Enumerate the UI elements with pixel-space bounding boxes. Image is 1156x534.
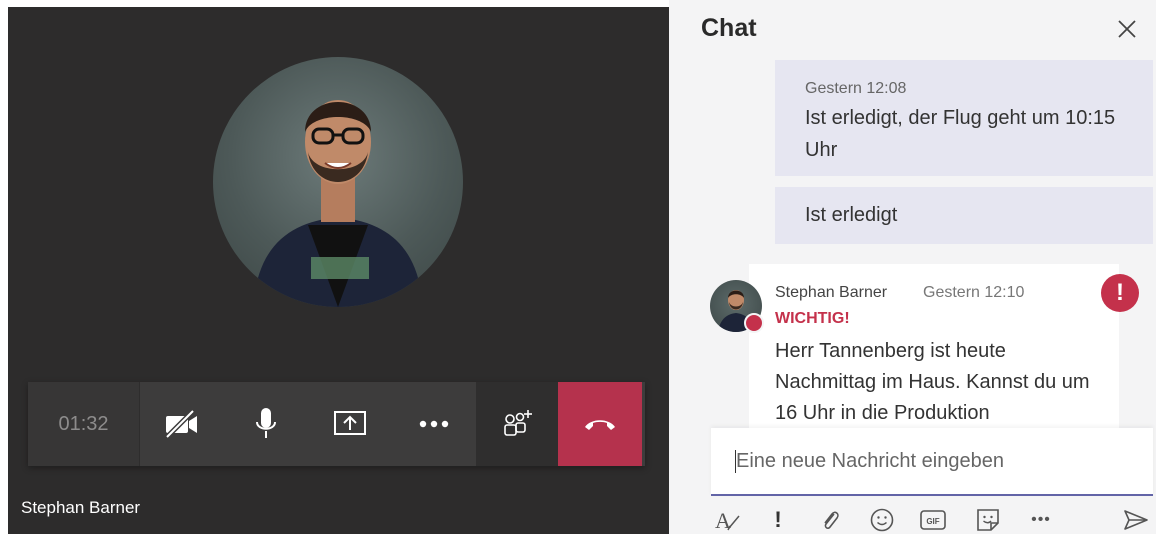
sent-message[interactable]: Ist erledigt bbox=[775, 187, 1153, 244]
message-text: Herr Tannenberg ist heute Nachmittag im … bbox=[775, 340, 1090, 424]
call-toolbar: 01:32 bbox=[28, 382, 645, 466]
sent-message[interactable]: Gestern 12:08 Ist erledigt, der Flug geh… bbox=[775, 60, 1153, 176]
message-timestamp: Gestern 12:08 bbox=[805, 80, 907, 97]
share-screen-button[interactable] bbox=[308, 382, 392, 466]
paperclip-icon bbox=[824, 511, 839, 530]
microphone-icon bbox=[256, 408, 276, 438]
attach-button[interactable] bbox=[815, 506, 845, 534]
more-options-button[interactable] bbox=[392, 382, 476, 466]
urgent-icon: ! bbox=[1101, 274, 1139, 312]
gif-icon: GIF bbox=[920, 510, 946, 530]
add-participant-icon bbox=[504, 410, 532, 436]
call-timer: 01:32 bbox=[28, 382, 140, 466]
hang-up-button[interactable] bbox=[558, 382, 642, 466]
more-tools-button[interactable]: ••• bbox=[1023, 506, 1059, 534]
close-icon bbox=[1118, 20, 1136, 38]
participants-button[interactable] bbox=[476, 382, 558, 466]
compose-box bbox=[711, 428, 1153, 496]
sticker-icon bbox=[977, 509, 999, 531]
caller-avatar bbox=[213, 57, 463, 307]
person-photo bbox=[253, 100, 423, 307]
gif-button[interactable]: GIF bbox=[917, 506, 949, 534]
sticker-button[interactable] bbox=[973, 506, 1003, 534]
message-timestamp: Gestern 12:10 bbox=[923, 284, 1025, 301]
hang-up-icon bbox=[585, 420, 615, 430]
compose-toolbar: A ! GIF ••• bbox=[711, 506, 1153, 534]
message-text: Ist erledigt bbox=[805, 204, 898, 226]
ellipsis-icon bbox=[419, 420, 449, 428]
sender-name: Stephan Barner bbox=[775, 284, 888, 301]
caller-name-label: Stephan Barner bbox=[21, 498, 141, 517]
presence-status-badge bbox=[744, 313, 764, 333]
share-screen-icon bbox=[334, 411, 366, 435]
video-off-icon bbox=[165, 409, 197, 439]
message-input[interactable] bbox=[735, 450, 1136, 473]
message-text: Ist erledigt, der Flug geht um 10:15 Uhr bbox=[805, 107, 1116, 161]
chat-panel: Chat Gestern 12:08 Ist erledigt, der Flu… bbox=[669, 0, 1156, 534]
mark-important-button[interactable]: ! bbox=[766, 506, 790, 534]
received-message[interactable]: Stephan Barner Gestern 12:10 WICHTIG! He… bbox=[749, 264, 1119, 444]
svg-text:GIF: GIF bbox=[926, 517, 939, 526]
format-button[interactable]: A bbox=[711, 506, 745, 534]
important-flag: WICHTIG! bbox=[775, 310, 850, 327]
call-stage: 01:32 Stephan Barner bbox=[8, 7, 669, 534]
close-chat-button[interactable] bbox=[1114, 16, 1140, 42]
send-icon bbox=[1124, 510, 1148, 530]
send-button[interactable] bbox=[1121, 506, 1151, 534]
emoji-button[interactable] bbox=[867, 506, 897, 534]
format-text-icon: A bbox=[715, 508, 740, 532]
microphone-button[interactable] bbox=[224, 382, 308, 466]
chat-title: Chat bbox=[701, 14, 757, 42]
emoji-icon bbox=[870, 508, 894, 532]
video-toggle-button[interactable] bbox=[140, 382, 224, 466]
